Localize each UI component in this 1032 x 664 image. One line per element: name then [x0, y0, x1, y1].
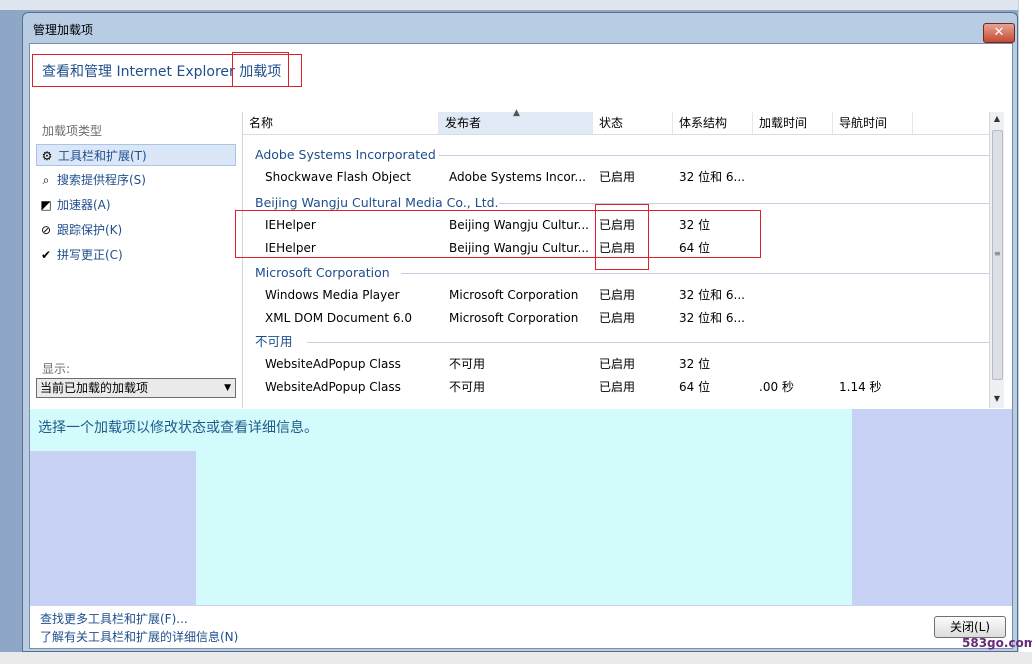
column-header[interactable]: 体系结构	[673, 112, 753, 134]
addon-row[interactable]: WebsiteAdPopup Class 不可用 已启用 64 位 .00 秒 1.14 …	[243, 376, 989, 398]
column-header[interactable]: 导航时间	[833, 112, 913, 134]
vertical-scrollbar[interactable]: ▲ ≡ ▼	[989, 112, 1004, 408]
close-icon[interactable]: ✕	[983, 23, 1015, 43]
background-browser-page	[1018, 0, 1032, 664]
cell-name: Shockwave Flash Object	[265, 170, 411, 184]
cell-arch: 64 位	[679, 379, 711, 394]
cell-nav	[839, 307, 915, 329]
addon-row[interactable]: Windows Media Player Microsoft Corporatio…	[243, 284, 989, 306]
search-icon: ⌕	[42, 173, 50, 187]
cell-load	[759, 307, 835, 329]
details-hint: 选择一个加载项以修改状态或查看详细信息。	[38, 420, 318, 436]
addon-type-label: 搜索提供程序(S)	[57, 173, 146, 187]
addon-type-label: 加速器(A)	[57, 198, 111, 212]
cell-load	[759, 214, 835, 236]
cell-load	[759, 353, 835, 375]
column-header[interactable]: 名称	[243, 112, 439, 134]
learn-more-link[interactable]: 了解有关工具栏和扩展的详细信息(N)	[40, 628, 238, 645]
addon-row[interactable]: WebsiteAdPopup Class 不可用 已启用 32 位	[243, 353, 989, 375]
cell-name: WebsiteAdPopup Class	[265, 379, 401, 394]
dialog-footer: 查找更多工具栏和扩展(F)... 了解有关工具栏和扩展的详细信息(N) 关闭(L…	[30, 606, 1012, 648]
annotation-box-status-column	[595, 204, 649, 270]
cell-status: 已启用	[599, 288, 636, 302]
addon-type-item[interactable]: ⚙ 工具栏和扩展(T)	[36, 144, 236, 166]
addon-type-label: 拼写更正(C)	[57, 248, 123, 262]
addon-type-label: 跟踪保护(K)	[57, 223, 123, 237]
dialog-titlebar[interactable]: 管理加载项 ✕	[23, 13, 1017, 43]
cell-nav	[839, 353, 915, 375]
dialog-title: 管理加载项	[33, 23, 94, 37]
manage-addons-dialog: 管理加载项 ✕ 查看和管理 Internet Explorer 加载项 加载项类…	[22, 12, 1018, 652]
column-header-row: 名称 发布者 状态 体系结构 加载时间 导航时间 ▲	[243, 108, 989, 135]
group-header[interactable]: 不可用	[255, 331, 293, 353]
column-header[interactable]: 状态	[593, 112, 673, 134]
addon-type-item[interactable]: ✔ 拼写更正(C)	[36, 244, 236, 266]
group-divider	[401, 273, 989, 274]
cell-arch: 32 位	[679, 357, 711, 371]
cell-arch: 32 位和 6...	[679, 170, 745, 184]
background-browser-status	[0, 652, 1032, 664]
cell-load	[759, 284, 835, 306]
addon-type-item[interactable]: ⊘ 跟踪保护(K)	[36, 219, 236, 241]
addon-type-label: 工具栏和扩展(T)	[58, 149, 147, 163]
cell-load	[759, 237, 835, 259]
no-entry-icon: ⊘	[40, 223, 52, 237]
cell-load	[759, 166, 835, 188]
gear-icon: ⚙	[41, 149, 53, 163]
cell-load: .00 秒	[759, 379, 794, 394]
cell-publisher: 不可用	[449, 357, 486, 371]
addon-types-label: 加载项类型	[42, 124, 103, 138]
cell-arch: 32 位和 6...	[679, 288, 745, 302]
details-pane: 选择一个加载项以修改状态或查看详细信息。	[30, 409, 1012, 609]
sort-ascending-icon: ▲	[513, 108, 520, 118]
cell-name: WebsiteAdPopup Class	[265, 357, 401, 371]
dialog-client-area: 查看和管理 Internet Explorer 加载项 加载项类型 ⚙ 工具栏和扩…	[29, 43, 1013, 649]
cell-publisher: Microsoft Corporation	[449, 288, 579, 302]
cell-nav	[839, 284, 915, 306]
close-button[interactable]: 关闭(L)	[934, 616, 1006, 638]
cell-name: Windows Media Player	[265, 288, 400, 302]
show-dropdown-value: 当前已加载的加载项	[40, 381, 149, 395]
addon-row[interactable]: Shockwave Flash Object Adobe Systems Inco…	[243, 166, 989, 188]
scroll-up-icon[interactable]: ▲	[990, 114, 1004, 123]
cell-status: 已启用	[599, 170, 636, 184]
show-dropdown[interactable]: 当前已加载的加载项 ▼	[36, 378, 236, 398]
cell-publisher: Microsoft Corporation	[449, 310, 579, 325]
spellcheck-icon: ✔	[40, 248, 52, 262]
cell-publisher: 不可用	[449, 379, 486, 394]
group-header[interactable]: Adobe Systems Incorporated	[255, 144, 436, 166]
cell-nav	[839, 214, 915, 236]
annotation-box-iehelper-rows	[235, 210, 761, 258]
annotation-box-addon-word	[232, 52, 289, 87]
cell-nav: 1.14 秒	[839, 379, 882, 394]
cell-status: 已启用	[599, 310, 636, 325]
scroll-thumb[interactable]: ≡	[992, 130, 1003, 380]
addon-type-item[interactable]: ◩ 加速器(A)	[36, 194, 236, 216]
find-more-link[interactable]: 查找更多工具栏和扩展(F)...	[40, 610, 188, 627]
accelerator-icon: ◩	[40, 198, 52, 212]
background-browser-toolbar	[0, 0, 1032, 10]
details-highlight	[196, 409, 852, 605]
column-header[interactable]: 加载时间	[753, 112, 833, 134]
cell-publisher: Adobe Systems Incor...	[449, 170, 586, 184]
addon-list: 名称 发布者 状态 体系结构 加载时间 导航时间 ▲ Adobe Systems Incor…	[235, 108, 1004, 408]
scroll-down-icon[interactable]: ▼	[990, 394, 1004, 403]
grip-icon: ≡	[994, 249, 1001, 258]
cell-status: 已启用	[599, 379, 636, 394]
group-divider	[439, 155, 989, 156]
addon-row[interactable]: XML DOM Document 6.0 Microsoft Corporatio…	[243, 307, 989, 329]
group-header[interactable]: Microsoft Corporation	[255, 262, 390, 284]
group-divider	[307, 342, 989, 343]
cell-arch: 32 位和 6...	[679, 310, 745, 325]
cell-nav	[839, 166, 915, 188]
cell-status: 已启用	[599, 357, 636, 371]
site-watermark: 583go.com	[962, 636, 1032, 650]
chevron-down-icon: ▼	[224, 383, 231, 393]
cell-nav	[839, 237, 915, 259]
addon-types-pane: 加载项类型 ⚙ 工具栏和扩展(T) ⌕ 搜索提供程序(S) ◩ 加速器(A) ⊘ 跟踪保护(K…	[30, 112, 243, 408]
addon-type-item[interactable]: ⌕ 搜索提供程序(S)	[36, 169, 236, 191]
show-label: 显示:	[42, 362, 71, 376]
group-divider	[499, 203, 989, 204]
cell-name: XML DOM Document 6.0	[265, 310, 412, 325]
